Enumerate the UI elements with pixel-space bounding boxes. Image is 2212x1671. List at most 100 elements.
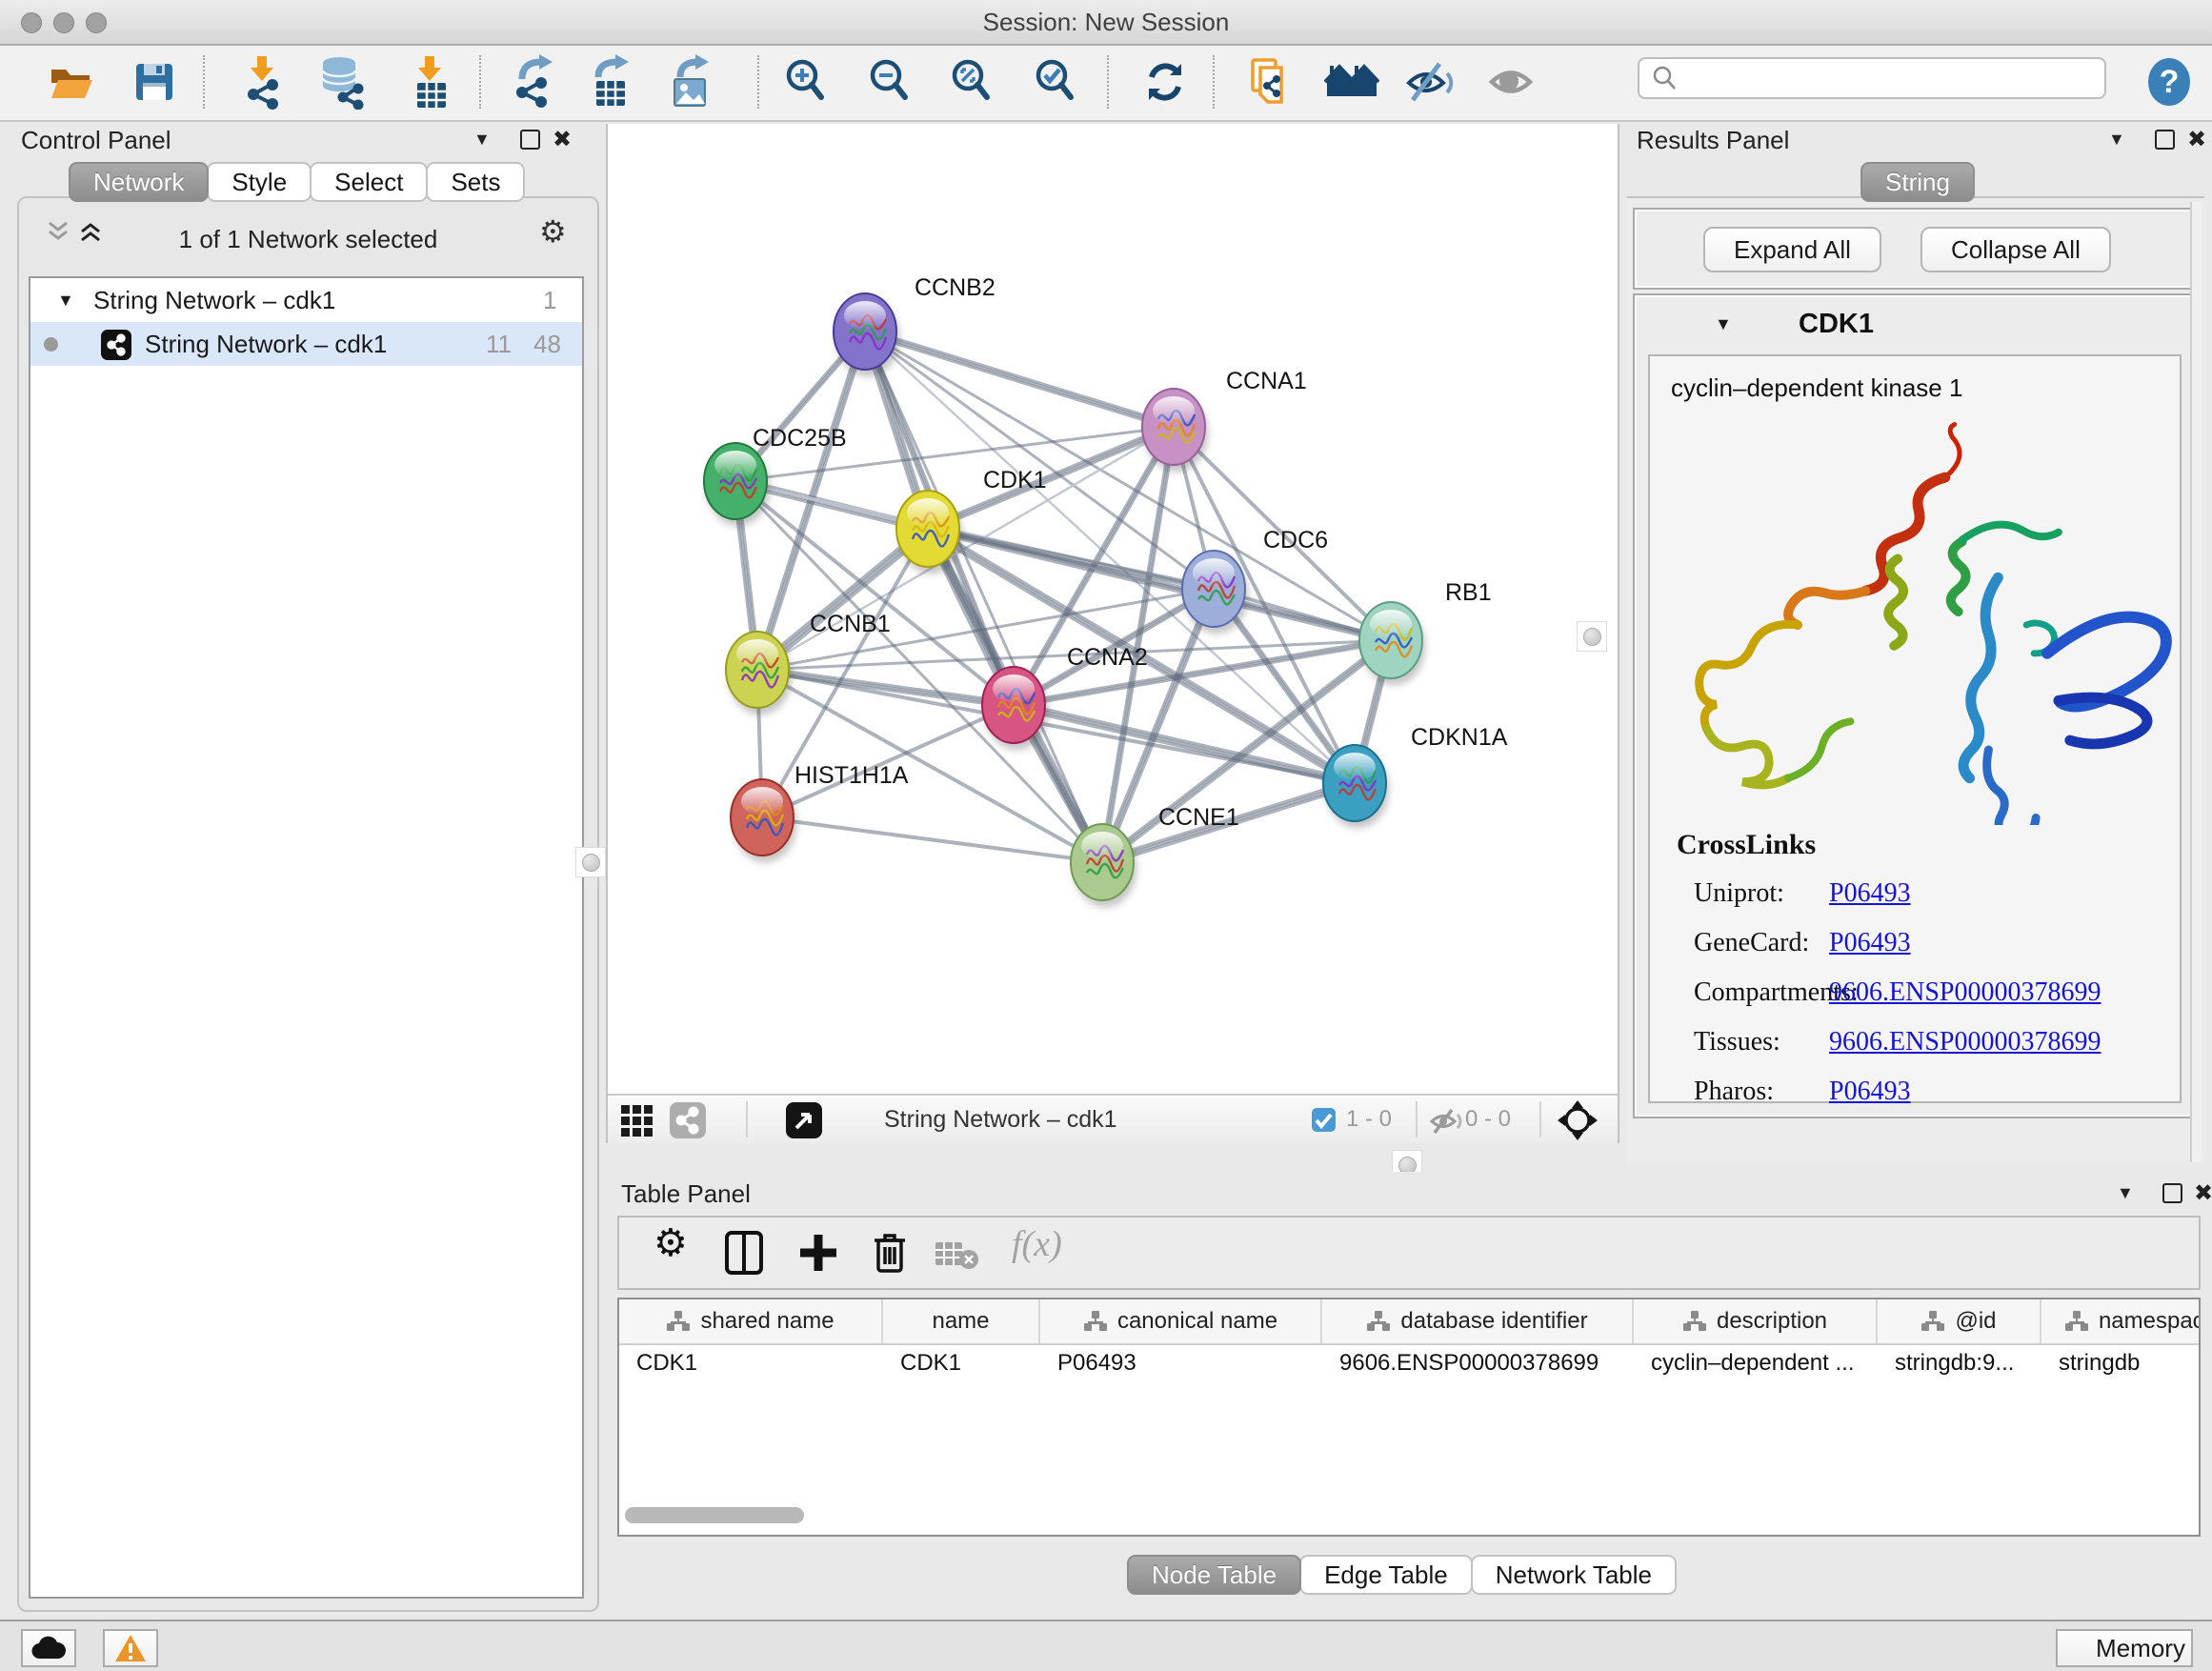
clone-network-button[interactable] [1240,51,1296,112]
table-cell[interactable]: CDK1 [883,1343,1040,1383]
network-edge[interactable] [762,705,1014,817]
network-node-HIST1H1A[interactable]: HIST1H1A [731,762,909,862]
float-panel-icon[interactable]: ▼ [473,130,491,150]
warnings-button[interactable] [103,1629,158,1667]
table-horizontal-scrollbar[interactable] [625,1507,804,1523]
string-home-button[interactable] [1324,51,1379,112]
network-row-selected[interactable]: String Network – cdk1 11 48 [30,322,582,366]
hidden-eye-icon[interactable] [1429,1107,1463,1136]
collapse-arrow-icon[interactable]: ▼ [1715,314,1732,334]
search-field[interactable] [1638,57,2106,99]
import-table-button[interactable] [403,51,458,112]
tab-string[interactable]: String [1860,162,1975,202]
column-header-shared-name[interactable]: shared name [619,1299,883,1343]
show-columns-icon[interactable] [722,1229,766,1277]
import-network-from-database-button[interactable] [314,51,370,112]
crosslink-link[interactable]: P06493 [1829,928,1911,958]
float-panel-icon[interactable]: ▼ [2117,1183,2134,1203]
fit-content-crosshair-icon[interactable] [1557,1099,1599,1141]
table-cell[interactable]: 9606.ENSP00000378699 [1322,1343,1634,1383]
column-header-canonical-name[interactable]: canonical name [1040,1299,1322,1343]
table-row[interactable]: CDK1CDK1P064939606.ENSP00000378699cyclin… [619,1343,2201,1383]
save-session-button[interactable] [126,51,181,112]
crosslink-link[interactable]: 9606.ENSP00000378699 [1829,1027,2101,1057]
memory-button[interactable]: Memory [2056,1629,2193,1667]
search-input[interactable] [1678,64,2081,92]
network-edge[interactable] [762,817,1102,862]
zoom-selected-button[interactable] [1027,51,1082,112]
zoom-fit-button[interactable] [943,51,998,112]
cloud-button[interactable] [21,1629,76,1667]
column-header-database-identifier[interactable]: database identifier [1322,1299,1634,1343]
table-cell[interactable]: CDK1 [619,1343,883,1383]
open-file-button[interactable] [43,51,98,112]
birdseye-view-icon[interactable] [785,1101,823,1139]
column-header-namespace[interactable]: namespace [2041,1299,2201,1343]
export-image-button[interactable] [664,51,719,112]
tab-edge-table[interactable]: Edge Table [1299,1555,1473,1595]
network-edge[interactable] [865,332,1174,427]
export-network-button[interactable] [508,51,563,112]
import-network-button[interactable] [235,51,291,112]
network-node-RB1[interactable]: RB1 [1359,579,1492,685]
maximize-panel-icon[interactable] [2155,130,2175,150]
tab-sets[interactable]: Sets [426,162,525,202]
network-edge[interactable] [865,332,1391,640]
close-panel-icon[interactable]: ✖ [2194,1179,2212,1207]
zoom-out-button[interactable] [861,51,916,112]
protein-name: CDK1 [1799,309,1874,340]
column-header-label: description [1717,1308,1827,1335]
protein-section-header[interactable]: ▼ CDK1 [1639,299,2193,354]
network-view[interactable]: CCNB2CCNA1CDC25BCDK1CDC6RB1CCNB1CCNA2CDK… [606,124,1619,1143]
grid-view-icon[interactable] [619,1101,655,1137]
export-table-icon [585,54,638,110]
column-header-description[interactable]: description [1634,1299,1878,1343]
tab-node-table[interactable]: Node Table [1127,1555,1301,1595]
selected-checkbox-icon[interactable] [1311,1107,1337,1133]
vertical-splitter-handle[interactable] [1577,621,1607,652]
collapse-all-button[interactable]: Collapse All [1920,227,2111,272]
crosslink-link[interactable]: 9606.ENSP00000378699 [1829,977,2101,1008]
network-edge[interactable] [866,330,1175,425]
crosslink-link[interactable]: P06493 [1829,878,1911,909]
maximize-panel-icon[interactable] [2162,1183,2182,1203]
close-panel-icon[interactable]: ✖ [553,126,572,153]
maximize-panel-icon[interactable] [520,130,540,150]
table-cell[interactable]: stringdb:9... [1878,1343,2041,1383]
table-gear-icon[interactable]: ⚙ [654,1221,688,1265]
export-table-button[interactable] [584,51,639,112]
delete-table-icon[interactable] [934,1238,979,1271]
tab-style[interactable]: Style [207,162,312,202]
tab-network[interactable]: Network [69,162,209,202]
network-collection-row[interactable]: ▼ String Network – cdk1 1 [30,278,582,322]
show-all-button[interactable] [1483,51,1538,112]
gear-icon[interactable]: ⚙ [539,213,567,250]
share-network-icon[interactable] [669,1101,707,1139]
tab-network-table[interactable]: Network Table [1471,1555,1677,1595]
refresh-layout-button[interactable] [1137,51,1193,112]
close-panel-icon[interactable]: ✖ [2187,126,2206,153]
network-edge[interactable] [864,333,1173,429]
function-builder-icon[interactable]: f(x) [1012,1223,1062,1265]
table-cell[interactable]: cyclin–dependent ... [1634,1343,1878,1383]
table-cell[interactable]: P06493 [1040,1343,1322,1383]
hide-selected-button[interactable] [1402,51,1458,112]
network-canvas[interactable]: CCNB2CCNA1CDC25BCDK1CDC6RB1CCNB1CCNA2CDK… [608,124,1618,1092]
delete-column-icon[interactable] [869,1229,911,1277]
create-column-icon[interactable] [796,1229,840,1277]
network-node-CCNA1[interactable]: CCNA1 [1142,368,1307,472]
column-header-@id[interactable]: @id [1878,1299,2041,1343]
results-scrollbar[interactable] [2190,202,2202,1162]
table-cell[interactable]: stringdb [2041,1343,2201,1383]
network-edge[interactable] [929,429,1175,531]
float-panel-icon[interactable]: ▼ [2108,130,2125,150]
tab-select[interactable]: Select [310,162,428,202]
vertical-splitter-handle[interactable] [575,847,606,877]
help-button[interactable]: ? [2142,51,2197,112]
zoom-in-button[interactable] [777,51,833,112]
collapse-arrow-icon[interactable]: ▼ [57,278,74,322]
expand-all-button[interactable]: Expand All [1703,227,1881,272]
column-header-name[interactable]: name [883,1299,1040,1343]
network-node-CDKN1A[interactable]: CDKN1A [1323,724,1508,828]
crosslink-link[interactable]: P06493 [1829,1077,1911,1107]
